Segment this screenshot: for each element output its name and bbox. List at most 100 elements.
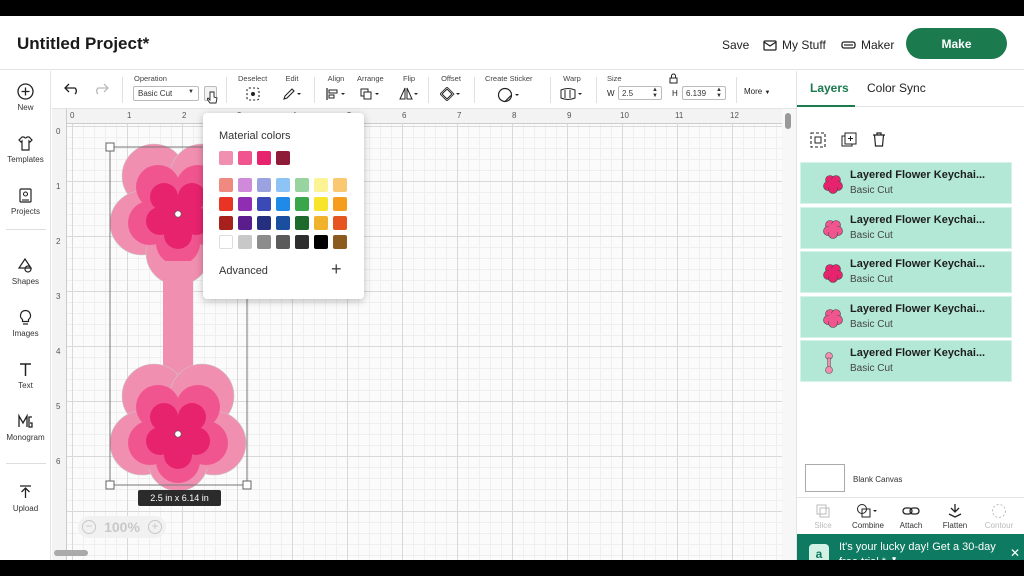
palette-color-swatch[interactable] (238, 197, 252, 211)
operation-select[interactable]: Basic Cut ▼ (133, 86, 199, 101)
recent-color-swatch[interactable] (276, 151, 290, 165)
layer-name: Layered Flower Keychai... (850, 258, 986, 270)
maker-button[interactable]: Maker (841, 38, 894, 52)
palette-color-swatch[interactable] (219, 178, 233, 192)
toolbar-divider (550, 77, 551, 103)
palette-color-swatch[interactable] (219, 216, 233, 230)
palette-color-swatch[interactable] (276, 197, 290, 211)
my-stuff-button[interactable]: My Stuff (763, 38, 826, 52)
pointer-cursor-icon (207, 91, 218, 104)
palette-color-swatch[interactable] (314, 197, 328, 211)
layer-row[interactable]: Layered Flower Keychai... Basic Cut (800, 340, 1012, 382)
zoom-out-button[interactable]: − (82, 520, 96, 534)
palette-color-swatch[interactable] (333, 197, 347, 211)
flatten-button[interactable]: Flatten (933, 503, 977, 530)
close-icon[interactable]: ✕ (1010, 546, 1020, 560)
lock-icon[interactable] (669, 73, 678, 84)
palette-color-swatch[interactable] (333, 216, 347, 230)
layer-actions-bar: Slice Combine Attach Flatten Contour (797, 497, 1024, 535)
flip-button[interactable]: Flip (398, 74, 420, 106)
create-sticker-button[interactable]: Create Sticker (485, 74, 533, 108)
plus-icon[interactable]: + (331, 259, 342, 280)
save-button[interactable]: Save (722, 38, 749, 52)
palette-color-swatch[interactable] (257, 235, 271, 249)
combine-button[interactable]: Combine (846, 503, 890, 530)
palette-color-swatch[interactable] (257, 197, 271, 211)
rail-new-label: New (17, 103, 34, 112)
palette-color-swatch[interactable] (238, 235, 252, 249)
deselect-button[interactable]: Deselect (238, 74, 267, 106)
vertical-scrollbar[interactable] (782, 109, 796, 560)
tab-layers[interactable]: Layers (810, 81, 849, 95)
palette-color-swatch[interactable] (276, 178, 290, 192)
palette-color-swatch[interactable] (314, 216, 328, 230)
attach-button[interactable]: Attach (889, 503, 933, 530)
palette-color-swatch[interactable] (295, 178, 309, 192)
make-button[interactable]: Make (906, 28, 1007, 59)
edit-button[interactable]: Edit (282, 74, 302, 106)
advanced-label[interactable]: Advanced (219, 265, 268, 277)
edit-toolbar: Operation Basic Cut ▼ Deselect Edit Alig… (52, 71, 796, 109)
recent-color-swatch[interactable] (257, 151, 271, 165)
blank-canvas-swatch[interactable] (805, 464, 845, 492)
offset-label: Offset (441, 74, 461, 83)
layer-row[interactable]: Layered Flower Keychai... Basic Cut (800, 162, 1012, 204)
layer-row[interactable]: Layered Flower Keychai... Basic Cut (800, 251, 1012, 293)
palette-color-swatch[interactable] (257, 178, 271, 192)
palette-color-swatch[interactable] (314, 235, 328, 249)
width-input[interactable]: 2.5 ▲ ▼ (618, 86, 662, 100)
palette-color-swatch[interactable] (238, 216, 252, 230)
palette-color-swatch[interactable] (238, 178, 252, 192)
vertical-scroll-thumb[interactable] (785, 113, 791, 129)
arrange-button[interactable]: Arrange (357, 74, 384, 106)
align-button[interactable]: Align (325, 74, 347, 106)
resize-handle[interactable] (105, 480, 115, 490)
height-input[interactable]: 6.139 ▲ ▼ (682, 86, 726, 100)
layer-row[interactable]: Layered Flower Keychai... Basic Cut (800, 206, 1012, 249)
offset-button[interactable]: Offset (439, 74, 462, 106)
palette-color-swatch[interactable] (219, 235, 233, 249)
recent-color-swatch[interactable] (219, 151, 233, 165)
zoom-in-button[interactable]: + (148, 520, 162, 534)
material-colors-title: Material colors (219, 130, 291, 142)
palette-color-swatch[interactable] (333, 235, 347, 249)
palette-color-swatch[interactable] (333, 178, 347, 192)
horizontal-scroll-thumb[interactable] (54, 550, 88, 556)
palette-color-swatch[interactable] (276, 235, 290, 249)
rail-monogram[interactable]: Monogram (0, 413, 51, 442)
rail-shapes[interactable]: Shapes (0, 257, 51, 286)
rail-upload[interactable]: Upload (0, 484, 51, 513)
duplicate-icon[interactable] (841, 132, 857, 148)
flower-thumbnail-icon (823, 308, 843, 328)
palette-color-swatch[interactable] (295, 235, 309, 249)
edit-label: Edit (285, 74, 299, 83)
redo-icon[interactable] (93, 83, 109, 95)
tab-color-sync[interactable]: Color Sync (867, 81, 926, 95)
palette-color-swatch[interactable] (276, 216, 290, 230)
layer-row[interactable]: Layered Flower Keychai... Basic Cut (800, 295, 1012, 338)
rail-images[interactable]: Images (0, 309, 51, 338)
slice-button[interactable]: Slice (801, 503, 845, 530)
trash-icon[interactable] (871, 131, 887, 148)
rail-divider (6, 229, 46, 230)
resize-handle[interactable] (105, 142, 115, 152)
contour-button[interactable]: Contour (977, 503, 1021, 530)
undo-icon[interactable] (64, 83, 80, 95)
promo-banner[interactable]: a It's your lucky day! Get a 30-day free… (797, 534, 1024, 560)
palette-color-swatch[interactable] (314, 178, 328, 192)
rail-projects[interactable]: Projects (0, 187, 51, 216)
palette-color-swatch[interactable] (257, 216, 271, 230)
palette-color-swatch[interactable] (295, 216, 309, 230)
rail-new[interactable]: New (0, 83, 51, 112)
recent-color-swatch[interactable] (238, 151, 252, 165)
rail-text[interactable]: Text (0, 361, 51, 390)
warp-button[interactable]: Warp (560, 74, 584, 106)
group-icon[interactable] (810, 132, 826, 148)
resize-handle[interactable] (242, 480, 252, 490)
slice-icon (816, 504, 830, 518)
project-title[interactable]: Untitled Project* (17, 34, 149, 54)
rail-templates[interactable]: Templates (0, 135, 51, 164)
palette-color-swatch[interactable] (295, 197, 309, 211)
more-button[interactable]: More ▼ (744, 87, 770, 96)
palette-color-swatch[interactable] (219, 197, 233, 211)
